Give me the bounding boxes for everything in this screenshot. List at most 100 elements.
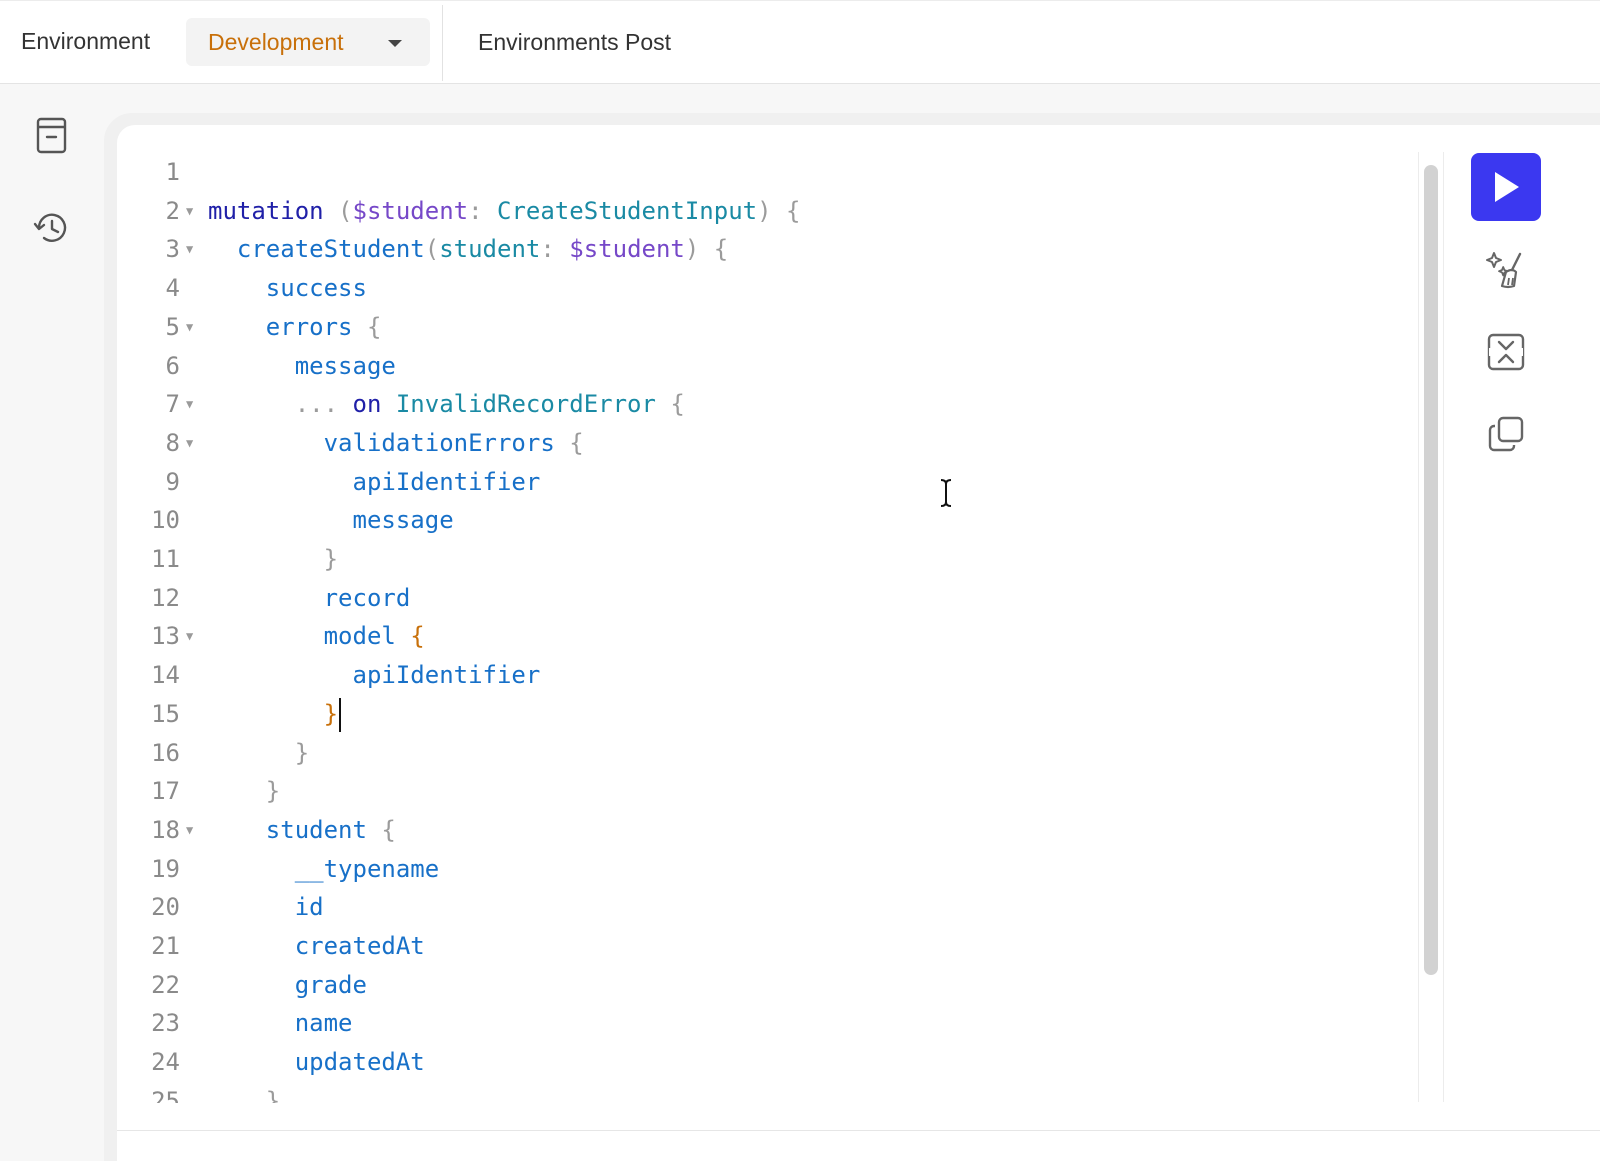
code-token: }: [208, 738, 310, 767]
fold-arrow-icon[interactable]: ▼: [186, 192, 193, 231]
code-token: success: [208, 274, 367, 303]
code-token: }: [208, 777, 281, 806]
environment-select-value: Development: [208, 29, 344, 55]
code-line[interactable]: 3 ▼ createStudent(student: $student) {: [0, 230, 1300, 269]
text-cursor-icon: [940, 479, 952, 507]
code-text: createdAt: [208, 927, 425, 966]
line-number: 10: [151, 506, 180, 535]
code-line[interactable]: 14 apiIdentifier: [0, 656, 1300, 695]
code-text: __typename: [208, 850, 440, 889]
code-line[interactable]: 12 record: [0, 579, 1300, 618]
code-token: CreateStudentInput: [497, 196, 758, 225]
line-number: 16: [151, 738, 180, 767]
code-text: mutation ($student: CreateStudentInput) …: [208, 192, 800, 231]
code-token: }: [208, 699, 339, 728]
code-token: :: [540, 235, 570, 264]
code-line[interactable]: 11 }: [0, 540, 1300, 579]
code-text: }: [208, 695, 342, 734]
code-token: apiIdentifier: [208, 661, 541, 690]
code-text: }: [208, 772, 280, 811]
code-text: errors {: [208, 308, 382, 347]
request-title[interactable]: Environments Post: [478, 29, 671, 56]
code-line[interactable]: 23 name: [0, 1004, 1300, 1043]
code-token: {: [395, 622, 425, 651]
line-number: 20: [151, 893, 180, 922]
code-line[interactable]: 22 grade: [0, 966, 1300, 1005]
line-number: 4: [165, 274, 180, 303]
merge-fragments-icon[interactable]: [1484, 330, 1528, 374]
code-text: }: [208, 734, 309, 773]
code-text: updatedAt: [208, 1043, 425, 1082]
code-token: validationErrors: [208, 428, 555, 457]
code-line[interactable]: 9 apiIdentifier: [0, 463, 1300, 502]
code-lines[interactable]: 1 2 ▼ mutation ($student: CreateStudentInpu…: [0, 153, 1600, 1103]
code-token: updatedAt: [208, 1048, 425, 1077]
code-line[interactable]: 5 ▼ errors {: [0, 308, 1300, 347]
divider: [442, 5, 443, 81]
code-line[interactable]: 4 success: [0, 269, 1300, 308]
code-line[interactable]: 2 ▼ mutation ($student: CreateStudentInput…: [0, 192, 1300, 231]
code-text: ... on InvalidRecordError {: [208, 385, 685, 424]
line-number: 19: [151, 854, 180, 883]
line-number: 3: [165, 235, 180, 264]
code-token: createStudent: [208, 235, 425, 264]
line-number: 11: [151, 545, 180, 573]
code-token: apiIdentifier: [208, 467, 541, 496]
code-line[interactable]: 21 createdAt: [0, 927, 1300, 966]
code-line[interactable]: 7 ▼ ... on InvalidRecordError {: [0, 385, 1300, 424]
vertical-scrollbar[interactable]: [1424, 165, 1438, 975]
magic-wand-icon[interactable]: [1484, 248, 1528, 292]
line-number: 22: [151, 970, 180, 999]
copy-icon[interactable]: [1484, 412, 1528, 456]
code-line[interactable]: 25 }: [0, 1082, 1300, 1103]
code-line[interactable]: 18 ▼ student {: [0, 811, 1300, 850]
fold-arrow-icon[interactable]: ▼: [186, 385, 193, 424]
line-number: 15: [151, 699, 180, 728]
document-icon[interactable]: [32, 115, 72, 155]
code-line[interactable]: 24 updatedAt: [0, 1043, 1300, 1082]
code-token: id: [208, 893, 324, 922]
code-token: ...: [208, 390, 353, 419]
code-line[interactable]: 6 message: [0, 347, 1300, 386]
fold-arrow-icon[interactable]: ▼: [186, 424, 193, 463]
code-line[interactable]: 1: [0, 153, 1300, 192]
code-line[interactable]: 19 __typename: [0, 850, 1300, 889]
code-line[interactable]: 10 message: [0, 501, 1300, 540]
code-token: on: [352, 390, 382, 419]
code-text: model {: [208, 617, 425, 656]
line-number: 9: [165, 467, 180, 496]
fold-arrow-icon[interactable]: ▼: [186, 811, 193, 850]
run-query-button[interactable]: [1471, 153, 1541, 221]
line-number: 21: [151, 932, 180, 960]
line-number: 7: [165, 390, 180, 419]
fold-arrow-icon[interactable]: ▼: [186, 617, 193, 656]
code-line[interactable]: 13 ▼ model {: [0, 617, 1300, 656]
code-token: __typename: [208, 854, 440, 883]
line-number: 1: [165, 158, 180, 186]
code-line[interactable]: 20 id: [0, 888, 1300, 927]
code-token: {: [554, 428, 584, 457]
fold-arrow-icon[interactable]: ▼: [186, 308, 193, 347]
code-token: InvalidRecordError: [395, 390, 656, 419]
code-text: name: [208, 1004, 353, 1043]
code-line[interactable]: 8 ▼ validationErrors {: [0, 424, 1300, 463]
code-token: {: [366, 815, 396, 844]
fold-arrow-icon[interactable]: ▼: [186, 230, 193, 269]
code-token: grade: [208, 970, 367, 999]
line-number: 6: [165, 351, 180, 380]
line-number: 14: [151, 661, 180, 690]
environment-select[interactable]: Development: [186, 18, 430, 66]
code-token: ) {: [684, 235, 729, 264]
code-text: validationErrors {: [208, 424, 584, 463]
code-text: }: [208, 1082, 280, 1103]
code-text: message: [208, 347, 396, 386]
code-line[interactable]: 17 }: [0, 772, 1300, 811]
code-line[interactable]: 15 }: [0, 695, 1300, 734]
code-line[interactable]: 16 }: [0, 734, 1300, 773]
divider: [1443, 152, 1444, 1102]
code-text: }: [208, 540, 338, 579]
code-token: (: [424, 235, 440, 264]
chevron-down-icon: [388, 40, 402, 47]
code-text: grade: [208, 966, 367, 1005]
